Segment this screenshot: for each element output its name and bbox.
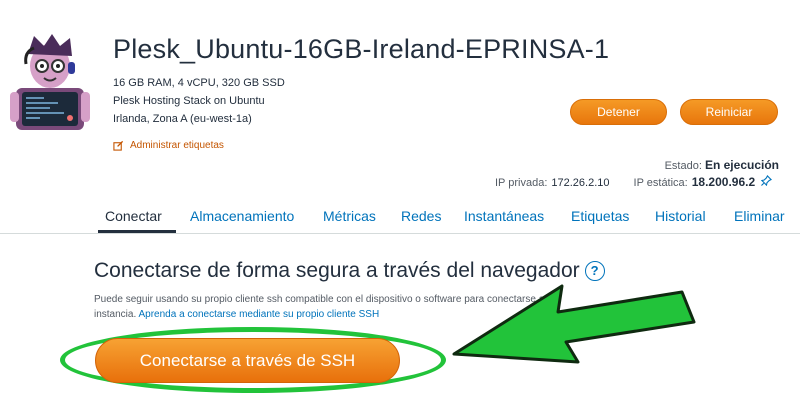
connect-ssh-button[interactable]: Conectarse a través de SSH [95, 338, 400, 383]
stop-button[interactable]: Detener [570, 99, 667, 125]
instance-specs: 16 GB RAM, 4 vCPU, 320 GB SSD [113, 77, 285, 89]
instance-title: Plesk_Ubuntu-16GB-Ireland-EPRINSA-1 [113, 34, 610, 64]
tab-instantaneas[interactable]: Instantáneas [464, 208, 544, 224]
instance-location: Irlanda, Zona A (eu-west-1a) [113, 113, 252, 125]
private-ip-value: 172.26.2.10 [551, 177, 610, 189]
tab-divider [0, 233, 800, 234]
private-ip-label: IP privada: [495, 177, 548, 189]
tab-historial[interactable]: Historial [655, 208, 706, 224]
static-ip-value: 18.200.96.2 [691, 175, 756, 189]
tab-metricas[interactable]: Métricas [323, 208, 376, 224]
tab-redes[interactable]: Redes [401, 208, 441, 224]
instance-avatar [10, 34, 90, 130]
status-label: Estado: [664, 160, 702, 172]
status-value: En ejecución [704, 158, 779, 172]
tab-eliminar[interactable]: Eliminar [734, 208, 785, 224]
pin-icon[interactable] [761, 175, 773, 186]
tab-almacenamiento[interactable]: Almacenamiento [190, 208, 294, 224]
tab-etiquetas[interactable]: Etiquetas [571, 208, 629, 224]
ip-row: IP privada: 172.26.2.10 IP estática: 18.… [495, 175, 773, 189]
instance-stack: Plesk Hosting Stack on Ubuntu [113, 95, 265, 107]
annotation-arrow [452, 284, 696, 364]
manage-tags-label: Administrar etiquetas [130, 140, 224, 151]
tab-bar: Conectar Almacenamiento Métricas Redes I… [98, 200, 800, 233]
tab-conectar[interactable]: Conectar [105, 208, 162, 224]
manage-tags-link[interactable]: Administrar etiquetas [113, 140, 224, 151]
static-ip-label: IP estática: [633, 177, 688, 189]
edit-icon [113, 140, 124, 151]
restart-button[interactable]: Reiniciar [680, 99, 778, 125]
status-row: Estado: En ejecución [665, 158, 779, 172]
own-ssh-client-link[interactable]: Aprenda a conectarse mediante su propio … [138, 309, 379, 320]
